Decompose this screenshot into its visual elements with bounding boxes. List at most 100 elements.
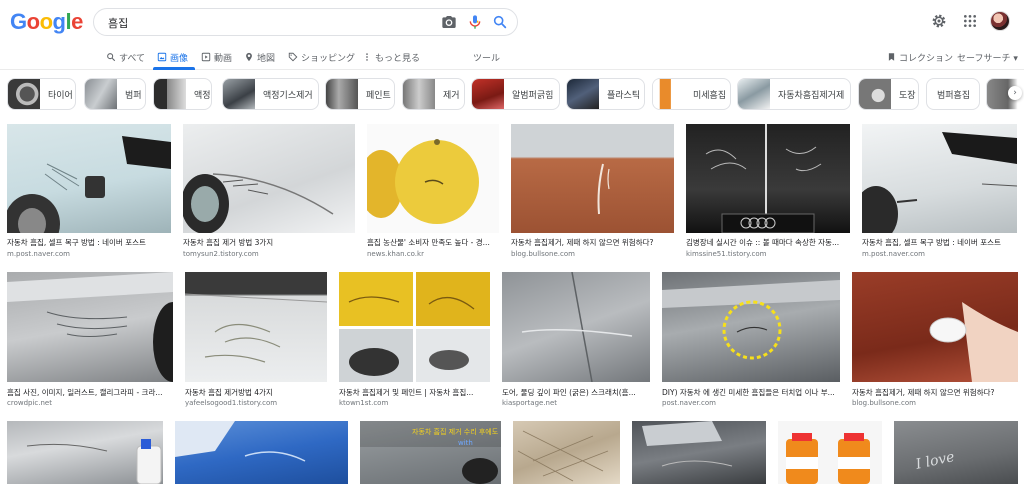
image-result[interactable]: 흠집 사진, 이미지, 일러스트, 캘리그라피 - 크라... crowdpic… xyxy=(7,272,173,410)
result-thumbnail[interactable]: 자동차 흠집 제거 수리 후에도 with xyxy=(360,421,501,484)
image-result[interactable] xyxy=(778,421,882,484)
camera-icon[interactable] xyxy=(441,14,457,30)
chip-removal[interactable]: 제거 xyxy=(402,78,465,110)
tab-all[interactable]: すべて xyxy=(106,49,145,65)
image-result[interactable]: 자동차 흠집, 셀프 복구 방법 : 네이버 포스트 m.post.naver.… xyxy=(862,124,1017,260)
result-source: crowdpic.net xyxy=(7,399,52,407)
result-title[interactable]: 자동차 흠집 제거 방법 3가지 xyxy=(183,237,355,248)
bookmark-icon xyxy=(888,53,895,61)
chips-scroll-next[interactable]: › xyxy=(1008,78,1024,110)
result-title[interactable]: 자동차 흠집제거 및 페인트 | 자동차 흠집... xyxy=(339,387,490,398)
related-searches-chips: 타이어 범퍼 액정 액정기스제거 페인트 제거 알범퍼긁힘 플라스틱 미세흠집 … xyxy=(0,78,1024,112)
avatar[interactable] xyxy=(990,11,1010,31)
result-thumbnail[interactable] xyxy=(339,272,490,382)
image-result[interactable] xyxy=(175,421,348,484)
image-result[interactable]: 흠집 농산물' 소비자 만족도 높다 - 경... news.khan.co.k… xyxy=(367,124,499,260)
chip-bumper-scratch[interactable]: 범퍼흠집 xyxy=(926,78,980,110)
result-title[interactable]: 자동차 흠집, 셀프 복구 방법 : 네이버 포스트 xyxy=(7,237,171,248)
search-box[interactable]: 흠집 xyxy=(93,8,518,36)
result-thumbnail[interactable] xyxy=(778,421,882,484)
tab-videos[interactable]: 動画 xyxy=(201,49,232,65)
image-result[interactable]: I love xyxy=(894,421,1018,484)
chip-label: 액정 xyxy=(194,90,211,101)
result-thumbnail[interactable] xyxy=(632,421,766,484)
result-thumbnail[interactable] xyxy=(175,421,348,484)
result-thumbnail[interactable] xyxy=(185,272,327,382)
result-thumbnail[interactable] xyxy=(862,124,1017,233)
result-thumbnail[interactable] xyxy=(852,272,1018,382)
result-thumbnail[interactable]: I love xyxy=(894,421,1018,484)
result-thumbnail[interactable] xyxy=(511,124,674,233)
result-source: blog.bullsone.com xyxy=(511,250,575,258)
apps-grid-icon[interactable] xyxy=(962,13,984,35)
image-result[interactable]: 자동차 흠집제거, 제때 하지 않으면 위험하다? blog.bullsone.… xyxy=(852,272,1018,410)
tab-images[interactable]: 画像 xyxy=(157,49,188,65)
result-thumbnail[interactable] xyxy=(367,124,499,233)
collections-link[interactable]: コレクション xyxy=(887,49,953,65)
result-thumbnail[interactable] xyxy=(513,421,620,484)
image-result[interactable] xyxy=(632,421,766,484)
gear-icon[interactable] xyxy=(930,12,952,34)
grapefruit-photo xyxy=(367,139,479,224)
car-bumper-scratch-photo xyxy=(7,272,173,382)
chip-bumper[interactable]: 범퍼 xyxy=(84,78,146,110)
tab-maps[interactable]: 地図 xyxy=(244,49,275,65)
result-title[interactable]: 자동차 흠집 제거방법 4가지 xyxy=(185,387,327,398)
chip-label: 범퍼 xyxy=(125,90,142,101)
chip-thumbnail xyxy=(859,79,891,109)
chip-paint[interactable]: 페인트 xyxy=(325,78,395,110)
logo-letter: o xyxy=(26,9,40,34)
result-thumbnail[interactable] xyxy=(662,272,840,382)
image-result[interactable]: 자동차 흠집제거 및 페인트 | 자동차 흠집... ktown1st.com xyxy=(339,272,490,410)
chip-aluminum-bumper-scratch[interactable]: 알범퍼긁힘 xyxy=(471,78,560,110)
image-result[interactable]: 김병장네 실시간 이슈 :: 볼 때마다 속상한 자동... kimssine5… xyxy=(686,124,850,260)
image-result[interactable]: 자동차 흠집 제거 수리 후에도 with xyxy=(360,421,501,484)
result-thumbnail[interactable] xyxy=(686,124,850,233)
chip-painting[interactable]: 도장 xyxy=(858,78,919,110)
chip-car-scratch-remover[interactable]: 자동차흠집제거제 xyxy=(737,78,851,110)
image-result[interactable]: 자동차 흠집제거, 제때 하지 않으면 위험하다? blog.bullsone.… xyxy=(511,124,674,260)
search-input[interactable]: 흠집 xyxy=(108,15,128,31)
chip-screen-scratch-removal[interactable]: 액정기스제거 xyxy=(222,78,319,110)
result-title[interactable]: 흠집 농산물' 소비자 만족도 높다 - 경... xyxy=(367,237,499,248)
result-title[interactable]: 자동차 흠집제거, 제때 하지 않으면 위험하다? xyxy=(511,237,674,248)
image-result[interactable]: 자동차 흠집, 셀프 복구 방법 : 네이버 포스트 m.post.naver.… xyxy=(7,124,171,260)
image-result[interactable] xyxy=(513,421,620,484)
result-title[interactable]: 도어, 물딩 깊이 파인 (굵은) 스크래치(흠... xyxy=(502,387,650,398)
chip-fine-scratch[interactable]: 미세흠집 xyxy=(652,78,731,110)
tab-label: もっと見る xyxy=(375,53,421,64)
image-result[interactable] xyxy=(7,421,163,484)
microphone-icon[interactable] xyxy=(467,14,483,30)
result-title[interactable]: 흠집 사진, 이미지, 일러스트, 캘리그라피 - 크라... xyxy=(7,387,173,398)
tab-more[interactable]: もっと見る xyxy=(362,49,420,65)
chip-plastic[interactable]: 플라스틱 xyxy=(566,78,645,110)
result-thumbnail[interactable] xyxy=(183,124,355,233)
image-result[interactable]: DIY) 자동차 에 생긴 미세한 흠집들은 터치업 이나 부... post.… xyxy=(662,272,840,410)
chip-tire[interactable]: 타이어 xyxy=(7,78,76,110)
result-source: m.post.naver.com xyxy=(862,250,925,258)
image-result[interactable]: 도어, 물딩 깊이 파인 (굵은) 스크래치(흠... kiasportage.… xyxy=(502,272,650,410)
result-source: post.naver.com xyxy=(662,399,716,407)
active-tab-indicator xyxy=(153,67,195,70)
result-title[interactable]: 자동차 흠집제거, 제때 하지 않으면 위험하다? xyxy=(852,387,1018,398)
image-result[interactable]: 자동차 흠집 제거방법 4가지 yafeelsogood1.tistory.co… xyxy=(185,272,327,410)
tab-shopping[interactable]: ショッピング xyxy=(288,49,355,65)
result-thumbnail[interactable] xyxy=(502,272,650,382)
result-thumbnail[interactable] xyxy=(7,421,163,484)
overlay-text-1: 자동차 흠집 제거 수리 후에도 xyxy=(412,427,499,436)
car-scratch-photo xyxy=(597,163,610,215)
result-title[interactable]: 자동차 흠집, 셀프 복구 방법 : 네이버 포스트 xyxy=(862,237,1017,248)
chip-screen[interactable]: 액정 xyxy=(153,78,212,110)
result-title[interactable]: 김병장네 실시간 이슈 :: 볼 때마다 속상한 자동... xyxy=(686,237,850,248)
result-source: m.post.naver.com xyxy=(7,250,70,258)
chip-label: 자동차흠집제거제 xyxy=(778,90,845,101)
result-thumbnail[interactable] xyxy=(7,124,171,233)
image-result[interactable]: 자동차 흠집 제거 방법 3가지 tomysun2.tistory.com xyxy=(183,124,355,260)
result-title[interactable]: DIY) 자동차 에 생긴 미세한 흠집들은 터치업 이나 부... xyxy=(662,387,840,398)
search-icon[interactable] xyxy=(492,14,508,30)
result-thumbnail[interactable] xyxy=(7,272,173,382)
car-scratch-photo xyxy=(185,293,327,363)
safesearch-menu[interactable]: セーフサーチ ▾ xyxy=(957,49,1018,65)
google-logo[interactable]: Google xyxy=(10,9,83,35)
tab-tools[interactable]: ツール xyxy=(473,49,500,65)
